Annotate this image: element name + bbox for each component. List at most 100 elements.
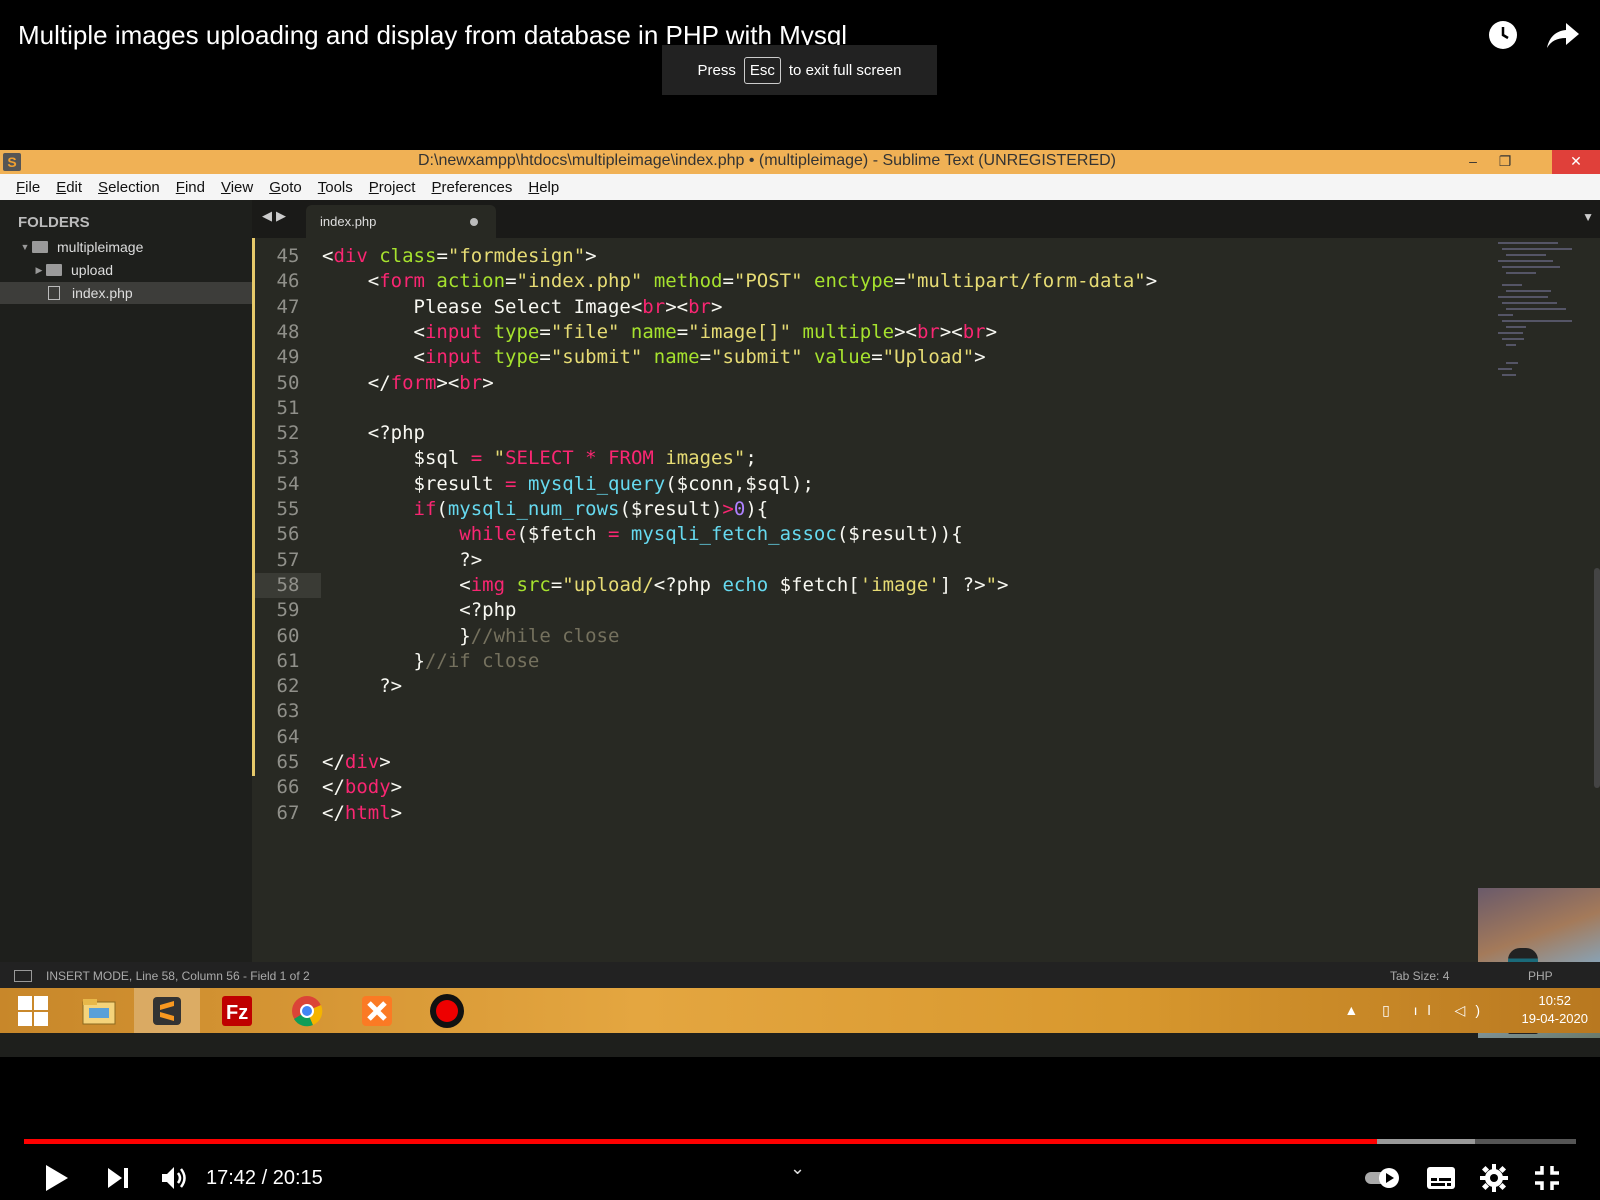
- subtitles-button[interactable]: [1426, 1160, 1456, 1196]
- code-line[interactable]: 60 }//while close: [252, 624, 1452, 649]
- watch-later-icon[interactable]: [1484, 16, 1522, 54]
- line-number: 56: [276, 523, 300, 546]
- line-number: 67: [276, 801, 300, 824]
- windows-taskbar: Fz ▲ ▯ ıl ◁) 10:52 19-04-2020: [0, 988, 1600, 1033]
- code-editor[interactable]: 45 <div class="formdesign"> 46 <form actio…: [252, 238, 1600, 1038]
- settings-button[interactable]: [1480, 1160, 1508, 1196]
- menu-preferences[interactable]: Preferences: [423, 179, 520, 196]
- system-tray-icons[interactable]: ▲ ▯ ıl ◁): [1344, 1002, 1490, 1019]
- line-number: 61: [276, 649, 300, 672]
- minimize-button[interactable]: –: [1458, 150, 1488, 174]
- code-line[interactable]: 49 <input type="submit" name="submit" va…: [252, 345, 1452, 370]
- code-text: $result = mysqli_query($conn,$sql);: [322, 472, 814, 495]
- menu-help[interactable]: Help: [520, 179, 567, 196]
- unsaved-dot-icon[interactable]: [470, 218, 478, 226]
- code-line[interactable]: 59 <?php: [252, 598, 1452, 623]
- code-text: ?>: [322, 548, 483, 571]
- video-time: 17:42 / 20:15: [206, 1167, 323, 1189]
- code-line[interactable]: 48 <input type="file" name="image[]" mul…: [252, 320, 1452, 345]
- code-line[interactable]: 52 <?php: [252, 421, 1452, 446]
- code-text: <input type="submit" name="submit" value…: [322, 346, 986, 369]
- status-bar: INSERT MODE, Line 58, Column 56 - Field …: [0, 962, 1600, 988]
- line-number: 59: [276, 599, 300, 622]
- tab-label: index.php: [320, 214, 377, 229]
- minimap-line: [1506, 272, 1536, 274]
- code-text: }//if close: [322, 649, 540, 672]
- code-line[interactable]: 66 </body>: [252, 775, 1452, 800]
- taskbar-file-explorer[interactable]: [66, 988, 132, 1033]
- code-line[interactable]: 64: [252, 725, 1452, 750]
- xampp-icon: [362, 995, 392, 1026]
- taskbar-xampp[interactable]: [344, 988, 410, 1033]
- menu-tools[interactable]: Tools: [310, 179, 361, 196]
- taskbar-clock[interactable]: 10:52 19-04-2020: [1522, 992, 1589, 1028]
- share-icon[interactable]: [1544, 16, 1582, 54]
- taskbar-recorder[interactable]: [414, 988, 480, 1033]
- line-number: 52: [276, 422, 300, 445]
- start-button[interactable]: [0, 988, 66, 1033]
- menu-goto[interactable]: Goto: [261, 179, 310, 196]
- autoplay-toggle[interactable]: [1364, 1160, 1400, 1196]
- code-line[interactable]: 63: [252, 699, 1452, 724]
- taskbar-filezilla[interactable]: Fz: [204, 988, 270, 1033]
- console-icon[interactable]: [14, 970, 32, 982]
- minimap[interactable]: [1498, 238, 1588, 398]
- next-button[interactable]: [106, 1160, 130, 1196]
- taskbar-sublime-text[interactable]: [134, 988, 200, 1033]
- code-line[interactable]: 62 ?>: [252, 674, 1452, 699]
- menu-selection[interactable]: Selection: [90, 179, 168, 196]
- minimap-line: [1498, 332, 1523, 334]
- code-line[interactable]: 54 $result = mysqli_query($conn,$sql);: [252, 472, 1452, 497]
- code-line[interactable]: 46 <form action="index.php" method="POST…: [252, 269, 1452, 294]
- code-line[interactable]: 47 Please Select Image<br><br>: [252, 295, 1452, 320]
- tab-index-php[interactable]: index.php: [306, 205, 496, 238]
- tab-dropdown-icon[interactable]: ▼: [1582, 210, 1594, 224]
- close-button[interactable]: ✕: [1552, 150, 1600, 174]
- volume-button[interactable]: [160, 1160, 188, 1196]
- code-line[interactable]: 58 <img src="upload/<?php echo $fetch['i…: [252, 572, 1452, 598]
- line-number: 48: [276, 320, 300, 343]
- folder-open-icon: [32, 241, 48, 253]
- menu-project[interactable]: Project: [361, 179, 424, 196]
- status-tab-size[interactable]: Tab Size: 4: [1390, 969, 1449, 983]
- minimap-line: [1506, 326, 1526, 328]
- sidebar-item-upload[interactable]: ▶ upload: [0, 259, 252, 281]
- taskbar-chrome[interactable]: [274, 988, 340, 1033]
- expanded-arrow-icon[interactable]: ▼: [18, 242, 32, 252]
- code-line[interactable]: 67 </html>: [252, 801, 1452, 826]
- status-syntax[interactable]: PHP: [1528, 969, 1553, 983]
- code-line[interactable]: 57 ?>: [252, 548, 1452, 573]
- sublime-text-icon: [153, 996, 181, 1025]
- menu-find[interactable]: Find: [168, 179, 213, 196]
- sidebar-item-index-php[interactable]: index.php: [0, 282, 252, 304]
- menu-edit[interactable]: Edit: [48, 179, 90, 196]
- code-text: </form><br>: [322, 371, 494, 394]
- restore-button[interactable]: ❐: [1490, 150, 1520, 174]
- line-number: 45: [276, 245, 300, 267]
- code-line[interactable]: 50 </form><br>: [252, 371, 1452, 396]
- code-line[interactable]: 51: [252, 396, 1452, 421]
- tab-nav-arrows-icon[interactable]: ◀▶: [262, 208, 290, 224]
- minimap-line: [1502, 302, 1557, 304]
- collapsed-arrow-icon[interactable]: ▶: [32, 265, 46, 276]
- gear-icon: [1480, 1164, 1508, 1192]
- line-number: 58: [255, 572, 321, 598]
- played-bar: [24, 1139, 1378, 1144]
- code-line[interactable]: 56 while($fetch = mysqli_fetch_assoc($re…: [252, 522, 1452, 547]
- sidebar-item-label: upload: [71, 262, 114, 278]
- minimap-line: [1498, 314, 1513, 316]
- video-progress-bar[interactable]: [24, 1139, 1576, 1144]
- sidebar-item-multipleimage[interactable]: ▼ multipleimage: [0, 236, 252, 258]
- code-line[interactable]: 53 $sql = "SELECT * FROM images";: [252, 446, 1452, 471]
- code-text: <img src="upload/<?php echo $fetch['imag…: [322, 573, 1009, 596]
- scrollbar[interactable]: [1594, 568, 1600, 788]
- menu-file[interactable]: File: [8, 179, 48, 196]
- menu-view[interactable]: View: [213, 179, 261, 196]
- code-line[interactable]: 65 </div>: [252, 750, 1452, 775]
- code-line[interactable]: 45 <div class="formdesign">: [252, 244, 1452, 269]
- code-line[interactable]: 55 if(mysqli_num_rows($result)>0){: [252, 497, 1452, 522]
- exit-fullscreen-button[interactable]: [1534, 1160, 1560, 1196]
- code-line[interactable]: 61 }//if close: [252, 649, 1452, 674]
- play-button[interactable]: [44, 1160, 70, 1196]
- chevron-down-icon[interactable]: ⌄: [790, 1158, 805, 1179]
